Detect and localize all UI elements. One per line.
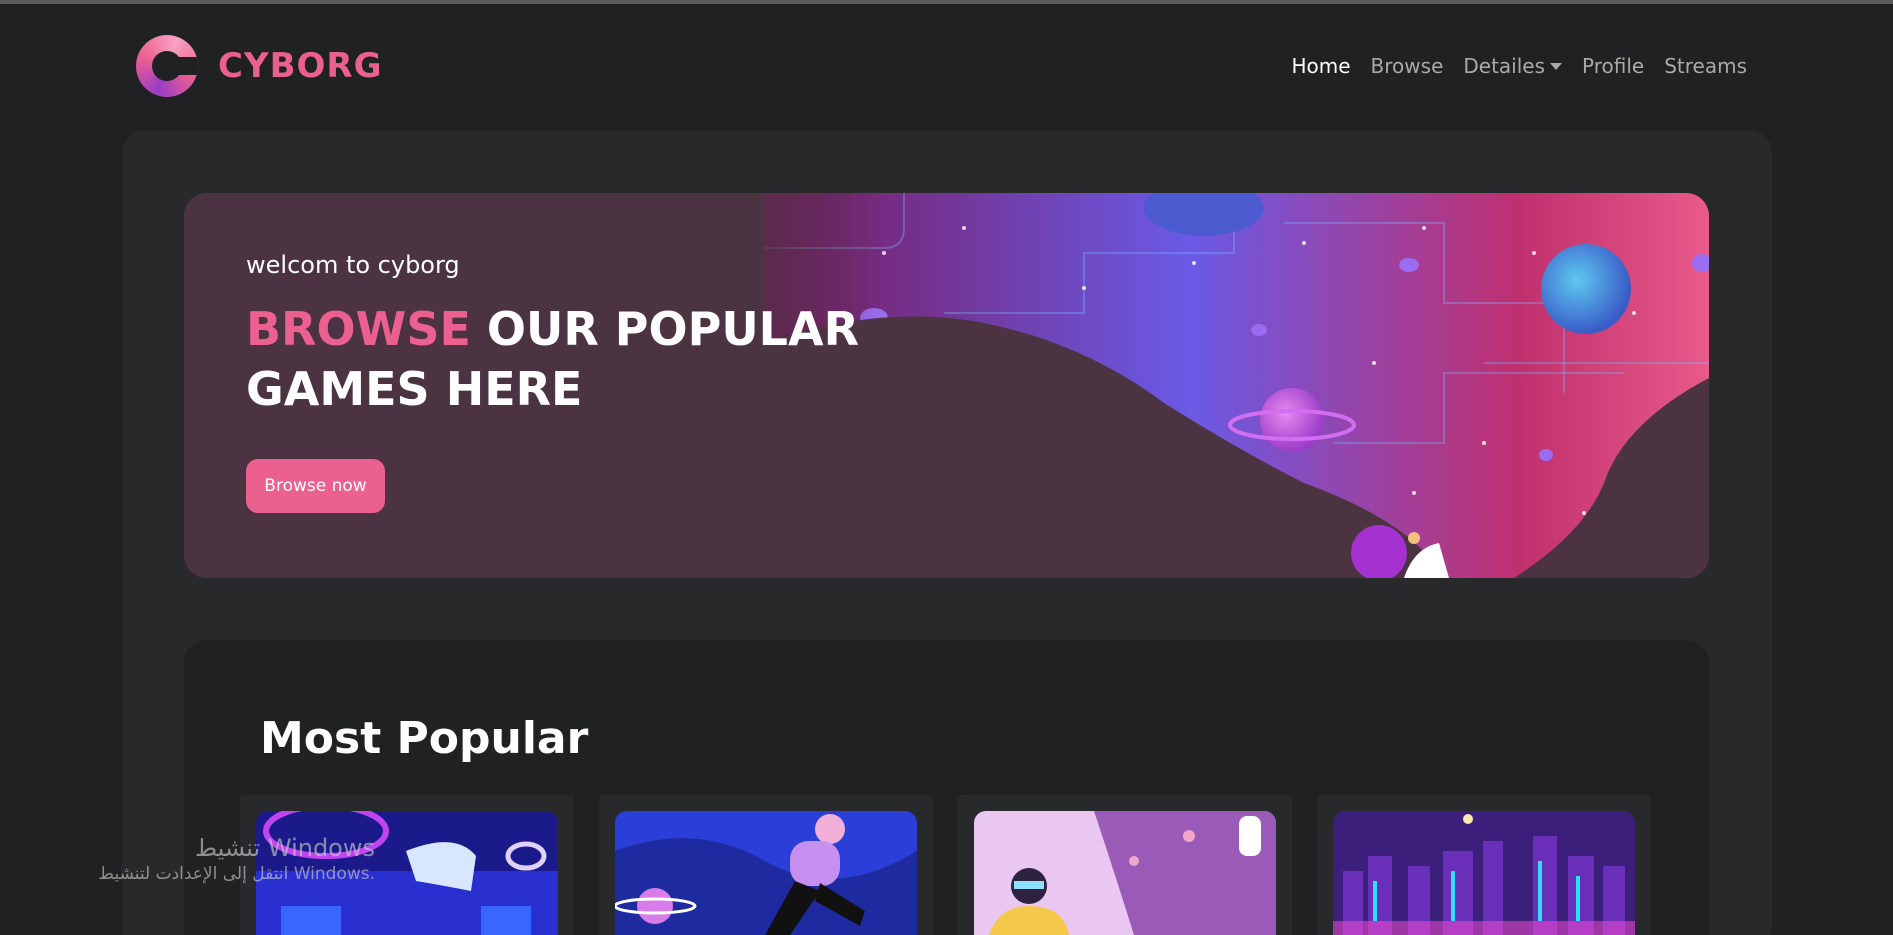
game-card-image [615, 811, 917, 935]
banner-welcome-text: welcom to cyborg [246, 251, 460, 279]
game-card[interactable] [599, 795, 933, 935]
nav-item-label: Streams [1664, 54, 1747, 78]
brand-name: CYBORG [218, 46, 383, 86]
banner-headline: BROWSE OUR POPULAR GAMES HERE [246, 299, 859, 419]
main-banner: welcom to cyborg BROWSE OUR POPULAR GAME… [184, 193, 1709, 578]
caret-down-icon [1550, 62, 1563, 70]
headline-line1: OUR POPULAR [470, 302, 860, 356]
nav-item-label: Profile [1582, 54, 1645, 78]
main-nav: Home Browse Detailes Profile Streams [1291, 54, 1747, 78]
nav-item-browse[interactable]: Browse [1371, 54, 1444, 78]
section-title: Most Popular [260, 713, 589, 764]
game-card-image [974, 811, 1276, 935]
brand-logo[interactable]: CYBORG [136, 35, 382, 97]
browse-now-button[interactable]: Browse now [246, 459, 385, 513]
browser-top-border [0, 0, 1893, 4]
game-card[interactable] [1317, 795, 1651, 935]
most-popular-section: Most Popular [184, 640, 1709, 935]
game-card-image [1333, 811, 1635, 935]
nav-item-streams[interactable]: Streams [1664, 54, 1747, 78]
nav-item-detailes[interactable]: Detailes [1463, 54, 1563, 78]
game-card[interactable] [958, 795, 1292, 935]
popular-cards [240, 795, 1651, 935]
nav-item-label: Home [1291, 54, 1351, 78]
cyborg-logo-icon [136, 35, 198, 97]
headline-accent: BROWSE [246, 302, 471, 356]
banner-content: welcom to cyborg BROWSE OUR POPULAR GAME… [246, 251, 859, 513]
watermark-subtitle: انتقل إلى الإعدادت لتنشيط Windows. [98, 864, 375, 884]
page-content: welcom to cyborg BROWSE OUR POPULAR GAME… [122, 130, 1772, 935]
nav-item-profile[interactable]: Profile [1582, 54, 1644, 78]
nav-item-label: Browse [1370, 54, 1444, 78]
nav-item-home[interactable]: Home [1291, 54, 1350, 78]
watermark-title: تنشيط Windows [194, 834, 375, 862]
windows-activation-watermark: تنشيط Windows انتقل إلى الإعدادت لتنشيط … [98, 834, 375, 884]
nav-item-label: Detailes [1463, 54, 1546, 78]
headline-line2: GAMES HERE [246, 362, 583, 416]
